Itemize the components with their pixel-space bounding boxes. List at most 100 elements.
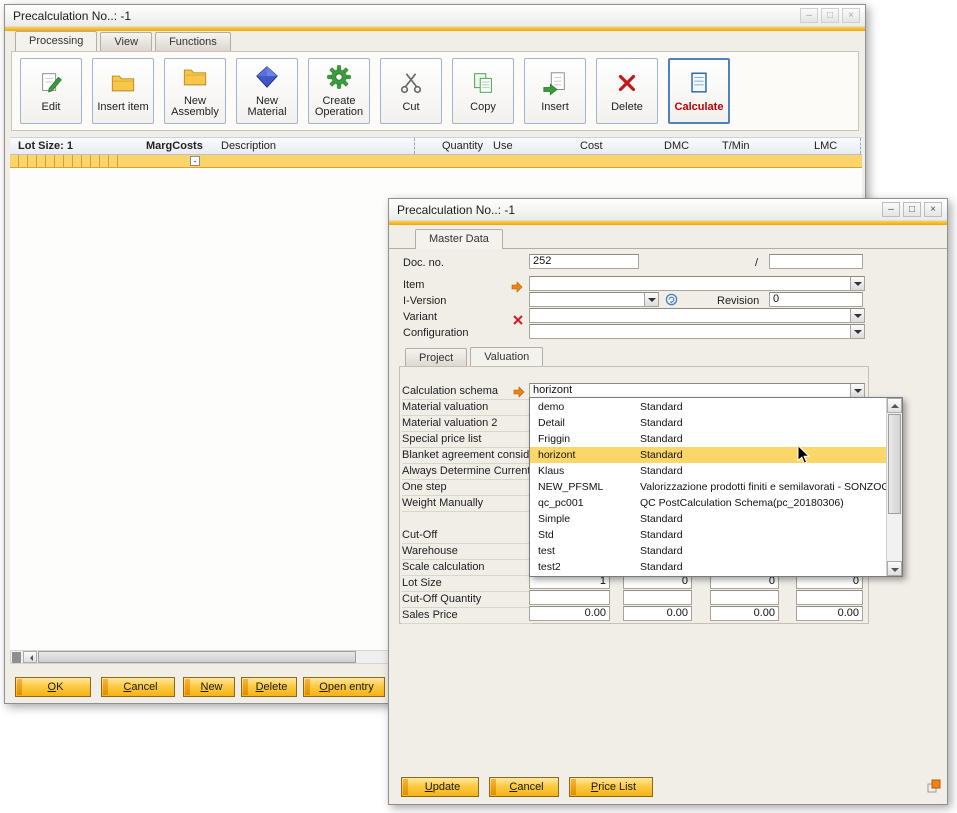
link-arrow-icon[interactable] (513, 385, 525, 403)
titlebar[interactable]: Precalculation No..: -1 – □ × (389, 199, 947, 221)
scroll-left-button[interactable] (23, 651, 37, 663)
scrollbar-thumb[interactable] (38, 651, 356, 663)
sales-price-field-1[interactable]: 0.00 (529, 606, 610, 621)
toolbar-label: New Material (237, 96, 297, 118)
form-settings-grip-icon[interactable] (927, 779, 941, 798)
tab-valuation[interactable]: Valuation (470, 347, 543, 367)
revision-field[interactable]: 0 (769, 292, 863, 307)
tree-collapse-button[interactable]: - (190, 156, 200, 166)
toolbar-button-new-material[interactable]: New Material (236, 58, 298, 124)
close-button[interactable]: × (924, 202, 942, 217)
cancel-button[interactable]: Cancel (101, 677, 175, 697)
dropdown-item[interactable]: SimpleStandard (530, 511, 886, 527)
dropdown-item-selected[interactable]: horizontStandard (530, 447, 886, 463)
scroll-up-button[interactable] (887, 398, 902, 413)
scroll-down-button[interactable] (887, 561, 902, 576)
maximize-button[interactable]: □ (903, 202, 921, 217)
valuation-row-label: Cut-Off Quantity (402, 592, 532, 608)
cut-off-quantity-field-3[interactable] (710, 590, 779, 605)
i-version-combo[interactable] (529, 292, 659, 307)
folder-icon (110, 70, 136, 99)
configuration-combo[interactable] (529, 324, 865, 339)
toolbar-button-copy[interactable]: Copy (452, 58, 514, 124)
toolbar-label: Cut (402, 102, 419, 113)
update-button[interactable]: Update (401, 777, 479, 797)
cut-off-quantity-field-4[interactable] (796, 590, 863, 605)
selected-grid-row[interactable]: - (10, 155, 862, 168)
minimize-button[interactable]: – (882, 202, 900, 217)
dropdown-item[interactable]: StdStandard (530, 527, 886, 543)
minimize-button[interactable]: – (800, 8, 818, 23)
price-list-button[interactable]: Price List (569, 777, 653, 797)
valuation-row-label: Always Determine Current M (402, 464, 532, 480)
column-header-description: Description (221, 140, 276, 152)
tab-view[interactable]: View (100, 32, 152, 51)
item-combo[interactable] (529, 276, 865, 291)
titlebar[interactable]: Precalculation No..: -1 – □ × (5, 5, 865, 27)
dropdown-item[interactable]: testStandard (530, 543, 886, 559)
calculation-schema-combo[interactable]: horizont (529, 383, 865, 398)
chevron-down-icon[interactable] (644, 293, 658, 306)
toolbar-button-cut[interactable]: Cut (380, 58, 442, 124)
toolbar-button-new-assembly[interactable]: New Assembly (164, 58, 226, 124)
chevron-down-icon[interactable] (850, 384, 864, 397)
dropdown-item[interactable]: qc_pc001QC PostCalculation Schema(pc_201… (530, 495, 886, 511)
dropdown-item[interactable]: FrigginStandard (530, 431, 886, 447)
valuation-tabs: Project Valuation (405, 347, 546, 367)
toolbar-button-calculate[interactable]: Calculate (668, 58, 730, 124)
row-cell-ticks (10, 155, 120, 167)
valuation-row-label: Special price list (402, 432, 532, 448)
dropdown-item[interactable]: demoStandard (530, 399, 886, 415)
toolbar-button-edit[interactable]: Edit (20, 58, 82, 124)
vertical-scrollbar[interactable] (886, 398, 902, 576)
ok-button[interactable]: OK (15, 677, 91, 697)
dropdown-item[interactable]: NEW_PFSMLValorizzazione prodotti finiti … (530, 479, 886, 495)
toolbar-label: Edit (42, 102, 61, 113)
tab-project[interactable]: Project (405, 348, 467, 367)
scrollbar-thumb[interactable] (888, 414, 901, 514)
link-arrow-icon[interactable] (511, 280, 523, 298)
configuration-label: Configuration (403, 327, 468, 339)
toolbar-button-create-operation[interactable]: Create Operation (308, 58, 370, 124)
toolbar-button-delete[interactable]: Delete (596, 58, 658, 124)
mouse-cursor (797, 445, 810, 469)
tab-master-data[interactable]: Master Data (415, 229, 503, 249)
valuation-row-label: Lot Size (402, 576, 532, 592)
dropdown-item[interactable]: DetailStandard (530, 415, 886, 431)
toolbar-button-insert-item[interactable]: Insert item (92, 58, 154, 124)
chevron-down-icon[interactable] (850, 277, 864, 290)
valuation-row-label: Cut-Off (402, 528, 532, 544)
column-header-use: Use (493, 140, 513, 152)
cancel-button[interactable]: Cancel (489, 777, 559, 797)
grid-header: Lot Size: 1 MargCosts Description Quanti… (10, 137, 862, 155)
delete-button[interactable]: Delete (241, 677, 297, 697)
doc-no-field[interactable]: 252 (529, 254, 639, 269)
lot-size-label: Lot Size: 1 (18, 140, 73, 152)
close-button[interactable]: × (842, 8, 860, 23)
chevron-down-icon[interactable] (850, 309, 864, 322)
dropdown-item[interactable]: KlausStandard (530, 463, 886, 479)
tab-processing[interactable]: Processing (15, 31, 97, 51)
window-title: Precalculation No..: -1 (10, 9, 131, 23)
new-button[interactable]: New (183, 677, 235, 697)
maximize-button[interactable]: □ (821, 8, 839, 23)
calculation-schema-dropdown: demoStandard DetailStandard FrigginStand… (529, 397, 903, 577)
window-controls: – □ × (882, 202, 942, 217)
cut-off-quantity-field-2[interactable] (623, 590, 692, 605)
variant-combo[interactable] (529, 308, 865, 323)
toolbar-label: Calculate (675, 102, 724, 113)
splitter-handle[interactable] (12, 652, 21, 663)
accent-line (389, 221, 947, 225)
cut-off-quantity-field-1[interactable] (529, 590, 610, 605)
tab-functions[interactable]: Functions (155, 32, 231, 51)
open-entry-button[interactable]: Open entry (303, 677, 385, 697)
chevron-down-icon[interactable] (850, 325, 864, 338)
sales-price-field-4[interactable]: 0.00 (796, 606, 863, 621)
valuation-row-label: Blanket agreement consider (402, 448, 532, 464)
dropdown-item[interactable]: test2Standard (530, 559, 886, 575)
sales-price-field-3[interactable]: 0.00 (710, 606, 779, 621)
toolbar-button-insert[interactable]: Insert (524, 58, 586, 124)
doc-no-secondary-field[interactable] (769, 254, 863, 269)
window-title: Precalculation No..: -1 (394, 203, 515, 217)
sales-price-field-2[interactable]: 0.00 (623, 606, 692, 621)
